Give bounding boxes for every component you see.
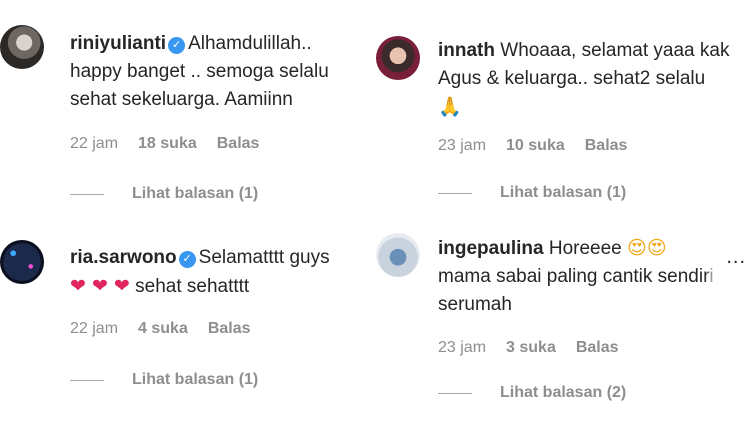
comment-item: ria.sarwono ✓ Selamatttt guys ❤ ❤ ❤ sehat … bbox=[0, 211, 372, 422]
heart-eyes-icon: 😍😍 bbox=[627, 237, 667, 259]
comment-text-line: sehat sekeluarga. Aamiinn bbox=[70, 89, 293, 110]
comment-item: ingepaulina Horeeee 😍😍 mama sabai paling… bbox=[376, 211, 750, 422]
view-replies-button[interactable]: Lihat balasan (1) bbox=[438, 184, 626, 202]
comment-item: innath Whoaaa, selamat yaaa kak Agus & k… bbox=[376, 0, 750, 211]
comment-text-line: Agus & keluarga.. sehat2 selalu bbox=[438, 68, 706, 89]
divider bbox=[438, 192, 472, 194]
avatar[interactable] bbox=[376, 233, 420, 277]
comment-meta: 22 jam 18 suka Balas bbox=[70, 135, 259, 153]
folded-hands-icon: 🙏 bbox=[438, 96, 462, 118]
verified-badge-icon: ✓ bbox=[168, 37, 186, 54]
comment-meta: 22 jam 4 suka Balas bbox=[70, 320, 251, 338]
likes-count[interactable]: 18 suka bbox=[138, 135, 197, 153]
comment-item: riniyulianti ✓ Alhamdulillah.. happy bange… bbox=[0, 0, 372, 211]
comment-text-line: serumah bbox=[438, 294, 512, 315]
divider bbox=[70, 193, 104, 195]
comment-time: 22 jam bbox=[70, 320, 119, 337]
comment-text-line: iri bbox=[698, 266, 714, 287]
reply-button[interactable]: Balas bbox=[208, 320, 251, 338]
heart-icon: ❤ ❤ ❤ bbox=[70, 275, 130, 297]
likes-count[interactable]: 10 suka bbox=[506, 137, 565, 155]
comment-username[interactable]: ingepaulina bbox=[438, 238, 544, 259]
verified-badge-icon: ✓ bbox=[178, 251, 196, 268]
comment-text-line: mama sabai paling cantik send bbox=[438, 266, 699, 287]
comment-username[interactable]: ria.sarwono bbox=[70, 247, 177, 268]
view-replies-button[interactable]: Lihat balasan (1) bbox=[70, 185, 258, 203]
view-replies-button[interactable]: Lihat balasan (2) bbox=[438, 384, 626, 402]
comment-meta: 23 jam 10 suka Balas bbox=[438, 137, 627, 155]
reply-button[interactable]: Balas bbox=[585, 137, 628, 155]
likes-count[interactable]: 4 suka bbox=[138, 320, 188, 338]
likes-count[interactable]: 3 suka bbox=[506, 339, 556, 357]
comment-text-line: Horeeee bbox=[548, 238, 622, 259]
comment-time: 23 jam bbox=[438, 137, 487, 154]
reply-button[interactable]: Balas bbox=[576, 339, 619, 357]
comment-text-line: Selamatttt guys bbox=[198, 247, 330, 268]
view-replies-button[interactable]: Lihat balasan (1) bbox=[70, 371, 258, 389]
avatar[interactable] bbox=[0, 240, 44, 284]
comment-time: 23 jam bbox=[438, 339, 487, 356]
comment-text: innath Whoaaa, selamat yaaa kak Agus & k… bbox=[438, 37, 744, 122]
comment-time: 22 jam bbox=[70, 135, 119, 152]
comment-meta: 23 jam 3 suka Balas bbox=[438, 339, 619, 357]
more-options-icon[interactable]: ... bbox=[726, 246, 746, 269]
comment-text: ria.sarwono ✓ Selamatttt guys ❤ ❤ ❤ sehat … bbox=[70, 244, 366, 301]
comment-text-line: Whoaaa, selamat yaaa kak bbox=[500, 40, 730, 61]
comment-text: riniyulianti ✓ Alhamdulillah.. happy bange… bbox=[70, 30, 366, 114]
comment-username[interactable]: riniyulianti bbox=[70, 33, 166, 54]
comment-username[interactable]: innath bbox=[438, 40, 495, 61]
divider bbox=[70, 379, 104, 381]
comment-text-line: Alhamdulillah.. bbox=[188, 33, 312, 54]
reply-button[interactable]: Balas bbox=[217, 135, 260, 153]
view-replies-label: Lihat balasan (1) bbox=[132, 371, 259, 388]
divider bbox=[438, 392, 472, 394]
view-replies-label: Lihat balasan (1) bbox=[500, 184, 627, 201]
avatar[interactable] bbox=[0, 25, 44, 69]
comment-text-line: happy banget .. semoga selalu bbox=[70, 61, 329, 82]
view-replies-label: Lihat balasan (1) bbox=[132, 185, 259, 202]
comment-text-line: sehat sehatttt bbox=[135, 276, 250, 297]
comment-text: ingepaulina Horeeee 😍😍 mama sabai paling… bbox=[438, 234, 744, 319]
view-replies-label: Lihat balasan (2) bbox=[500, 384, 627, 401]
avatar[interactable] bbox=[376, 36, 420, 80]
